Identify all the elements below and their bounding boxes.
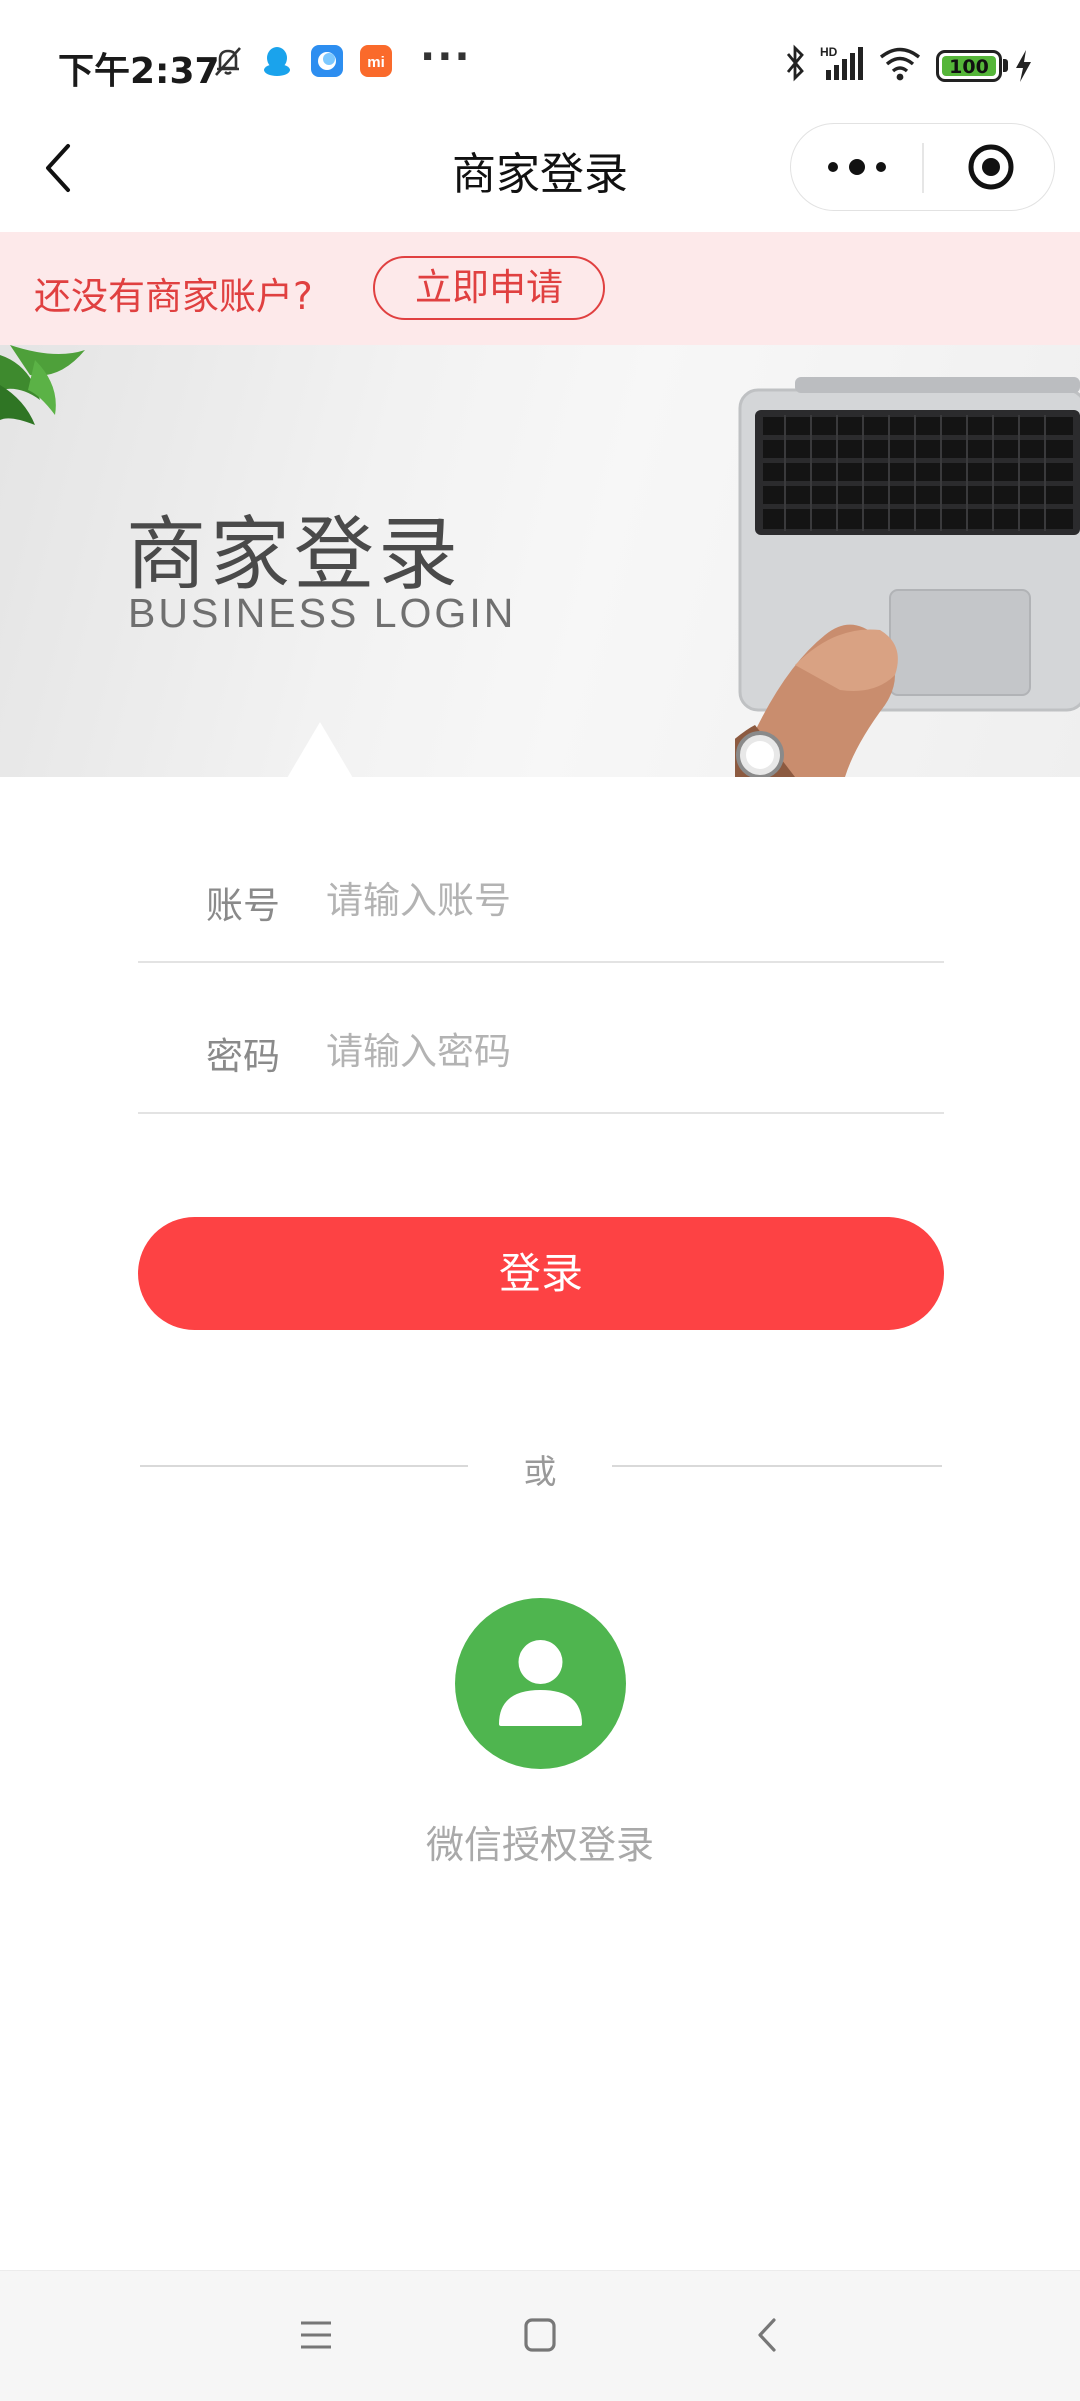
account-label: 账号 [206, 884, 280, 927]
password-label: 密码 [206, 1035, 280, 1078]
home-icon[interactable] [522, 2316, 558, 2354]
bluetooth-icon [786, 44, 804, 82]
status-time: 下午2:37 [58, 51, 220, 92]
plant-image [0, 345, 85, 425]
divider-line-left [140, 1465, 468, 1467]
mi-icon: mi [360, 45, 392, 77]
more-dots-icon: ··· [420, 34, 472, 80]
divider-or-text: 或 [523, 1452, 557, 1491]
bell-off-icon [215, 47, 241, 76]
hero-title: 商家登录 [126, 508, 462, 601]
wifi-icon [879, 47, 921, 81]
battery-cap [1003, 59, 1008, 72]
apply-prompt-text: 还没有商家账户? [34, 275, 313, 318]
capsule-divider [922, 143, 924, 193]
hero-banner: 商家登录 BUSINESS LOGIN [0, 345, 1080, 777]
account-input[interactable] [326, 870, 926, 930]
password-underline [138, 1112, 944, 1114]
qq-icon [264, 47, 290, 76]
app-icon [311, 45, 343, 77]
status-bar: 下午2:37 mi ··· HD 100 [0, 0, 1080, 130]
charging-icon [1016, 50, 1031, 82]
hero-subtitle: BUSINESS LOGIN [128, 590, 517, 636]
svg-text:mi: mi [367, 54, 385, 71]
hero-notch [287, 722, 353, 778]
apply-now-button[interactable]: 立即申请 [373, 256, 605, 320]
record-target-icon[interactable] [966, 142, 1016, 192]
battery-text: 100 [949, 56, 989, 78]
wechat-login-label[interactable]: 微信授权登录 [0, 1814, 1080, 1869]
svg-text:HD: HD [820, 45, 838, 59]
account-underline [138, 961, 944, 963]
divider-line-right [612, 1465, 942, 1467]
user-icon [499, 1640, 582, 1726]
hd-signal-icon: HD [820, 45, 863, 80]
battery-icon: 100 [936, 50, 1002, 82]
laptop-image [735, 377, 1080, 777]
more-menu-icon[interactable] [822, 150, 892, 184]
system-back-icon[interactable] [754, 2316, 782, 2354]
login-button[interactable]: 登录 [138, 1217, 944, 1330]
password-input[interactable] [326, 1021, 926, 1081]
wechat-login-button[interactable] [455, 1598, 626, 1769]
menu-icon[interactable] [298, 2318, 334, 2352]
